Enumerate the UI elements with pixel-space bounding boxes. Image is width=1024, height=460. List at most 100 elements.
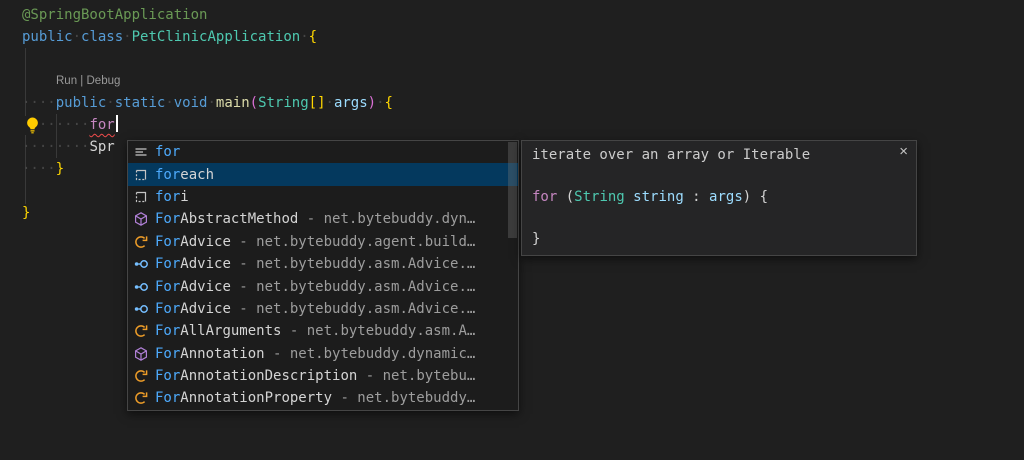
symbol-class-icon	[133, 368, 149, 384]
code-token: String	[258, 95, 309, 111]
code-token: class	[81, 29, 123, 45]
code-token: main	[216, 95, 250, 111]
suggestion-item[interactable]: ForAdvice - net.bytebuddy.agent.build…	[128, 231, 518, 253]
suggestion-detail: - net.bytebuddy.asm.Advice.…	[231, 301, 475, 317]
docs-code-line	[532, 208, 906, 229]
suggestion-item[interactable]: ForAnnotationDescription - net.bytebu…	[128, 365, 518, 387]
symbol-interface-icon	[133, 301, 149, 317]
code-token: ·	[207, 95, 215, 111]
suggestion-label: Advice	[180, 256, 231, 272]
docs-code-token: args	[709, 189, 743, 205]
codelens-separator: |	[77, 75, 86, 87]
docs-code-token: string	[633, 189, 684, 205]
suggestion-item[interactable]: ForAdvice - net.bytebuddy.asm.Advice.…	[128, 275, 518, 297]
symbol-class-icon	[133, 234, 149, 250]
code-token: ·	[376, 95, 384, 111]
suggestion-detail: - net.bytebu…	[357, 368, 475, 384]
code-token: ·	[73, 29, 81, 45]
suggestion-item[interactable]: ForAnnotation - net.bytebuddy.dynamic…	[128, 343, 518, 365]
suggest-docs-widget: iterate over an array or Iterable × for …	[521, 140, 917, 256]
close-icon[interactable]: ×	[899, 144, 908, 159]
symbol-snippet-icon	[133, 167, 149, 183]
suggestion-label: Advice	[180, 279, 231, 295]
suggestion-match-text: For	[155, 234, 180, 250]
symbol-interface-icon	[133, 256, 149, 272]
symbol-snippet-icon	[133, 189, 149, 205]
suggestion-label: Annotation	[180, 346, 264, 362]
docs-code-token	[625, 189, 633, 205]
suggestion-label: i	[180, 189, 188, 205]
code-token: @SpringBootApplication	[22, 7, 207, 23]
code-token: ·	[123, 29, 131, 45]
code-token: }	[22, 205, 30, 221]
suggestion-item[interactable]: ForAbstractMethod - net.bytebuddy.dyn…	[128, 208, 518, 230]
suggestion-detail: - net.bytebuddy.asm.Advice.…	[231, 256, 475, 272]
suggestion-detail: - net.bytebuddy.dynamic…	[265, 346, 476, 362]
code-token: ·	[326, 95, 334, 111]
code-token: Spr	[89, 139, 114, 155]
code-line[interactable]	[22, 48, 393, 70]
code-line[interactable]: @SpringBootApplication	[22, 4, 393, 26]
codelens-run-link[interactable]: Run	[56, 75, 77, 87]
code-token: ·	[106, 95, 114, 111]
symbol-class-icon	[133, 390, 149, 406]
suggestion-item[interactable]: foreach	[128, 163, 518, 185]
suggestion-label: AllArguments	[180, 323, 281, 339]
code-editor[interactable]: @SpringBootApplicationpublic·class·PetCl…	[0, 0, 1024, 460]
code-token: {	[385, 95, 393, 111]
code-token: public	[56, 95, 107, 111]
code-line[interactable]: ····public·static·void·main(String[]·arg…	[22, 92, 393, 114]
suggestion-item[interactable]: ForAdvice - net.bytebuddy.asm.Advice.…	[128, 298, 518, 320]
suggestion-item[interactable]: ForAllArguments - net.bytebuddy.asm.A…	[128, 320, 518, 342]
docs-code-token: :	[684, 189, 709, 205]
symbol-class-icon	[133, 323, 149, 339]
code-line[interactable]: public·class·PetClinicApplication·{	[22, 26, 393, 48]
suggestion-detail: - net.bytebuddy.asm.Advice.…	[231, 279, 475, 295]
suggestion-detail: - net.bytebuddy.dyn…	[298, 211, 475, 227]
docs-code-snippet: for (String string : args) {}	[532, 187, 906, 250]
code-token: ····	[22, 161, 56, 177]
code-line[interactable]: ········for	[22, 114, 393, 136]
code-token: []	[309, 95, 326, 111]
code-token: public	[22, 29, 73, 45]
code-token: PetClinicApplication	[132, 29, 301, 45]
docs-code-token: ) {	[743, 189, 768, 205]
suggestion-label: AnnotationDescription	[180, 368, 357, 384]
suggestion-label: Advice	[180, 234, 231, 250]
scrollbar-thumb[interactable]	[508, 142, 517, 238]
symbol-keyword-icon	[133, 144, 149, 160]
text-cursor	[116, 115, 118, 132]
code-token: ·	[300, 29, 308, 45]
suggestion-item[interactable]: fori	[128, 186, 518, 208]
suggestion-item[interactable]: ForAnnotationProperty - net.bytebuddy…	[128, 387, 518, 409]
suggestion-match-text: For	[155, 346, 180, 362]
suggestion-label: each	[180, 167, 214, 183]
suggestion-item[interactable]: for	[128, 141, 518, 163]
symbol-interface-icon	[133, 279, 149, 295]
suggestion-detail: - net.bytebuddy.agent.build…	[231, 234, 475, 250]
suggestion-detail: - net.bytebuddy…	[332, 390, 475, 406]
code-token: (	[250, 95, 258, 111]
docs-code-token: }	[532, 231, 540, 247]
code-token: void	[174, 95, 208, 111]
suggestion-detail: - net.bytebuddy.asm.A…	[281, 323, 475, 339]
code-token: }	[56, 161, 64, 177]
code-token: {	[309, 29, 317, 45]
suggestion-match-text: For	[155, 279, 180, 295]
suggestion-match-text: for	[155, 189, 180, 205]
lightbulb-icon[interactable]	[23, 116, 42, 135]
codelens: Run | Debug	[22, 70, 393, 92]
suggestion-match-text: For	[155, 211, 180, 227]
suggestion-match-text: for	[155, 144, 180, 160]
suggestion-match-text: For	[155, 390, 180, 406]
suggestion-match-text: For	[155, 256, 180, 272]
suggestion-item[interactable]: ForAdvice - net.bytebuddy.asm.Advice.…	[128, 253, 518, 275]
code-token: ·	[165, 95, 173, 111]
suggestion-match-text: for	[155, 167, 180, 183]
suggestion-match-text: For	[155, 368, 180, 384]
codelens-debug-link[interactable]: Debug	[87, 75, 121, 87]
code-token: ········	[22, 139, 89, 155]
docs-summary: iterate over an array or Iterable	[532, 145, 906, 166]
code-token: static	[115, 95, 166, 111]
suggestion-label: Advice	[180, 301, 231, 317]
